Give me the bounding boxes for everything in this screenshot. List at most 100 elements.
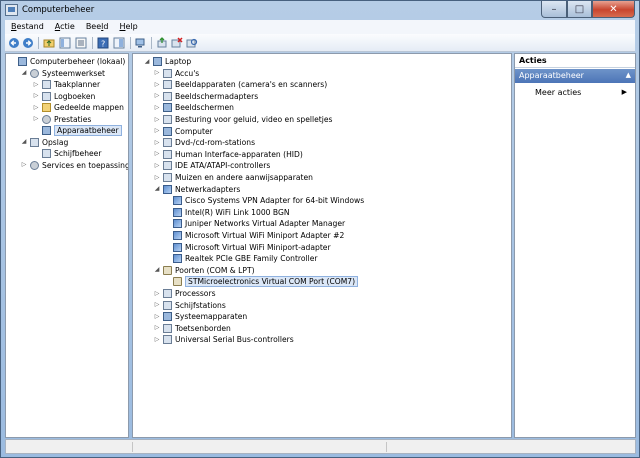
expand-arrow-icon[interactable]: ▷ (153, 301, 161, 309)
tree-item[interactable]: ▷ Prestaties (32, 114, 91, 125)
expand-arrow-icon[interactable]: ▷ (20, 161, 28, 169)
collapse-arrow-icon[interactable]: ◢ (20, 69, 28, 77)
tree-item[interactable]: Microsoft Virtual WiFi Miniport-adapter (163, 242, 331, 253)
collapse-arrow-icon[interactable]: ◢ (153, 266, 161, 274)
expand-arrow-icon[interactable]: ▷ (153, 81, 161, 89)
menu-item[interactable]: Help (113, 20, 142, 34)
properties-list-icon[interactable] (75, 37, 87, 49)
toolbar-separator (151, 37, 152, 49)
clock-icon (42, 80, 51, 89)
ide-controller-icon (163, 161, 172, 171)
collapse-arrow-icon[interactable]: ◢ (143, 58, 151, 66)
tree-item[interactable]: ▷ Computer (153, 126, 213, 137)
tree-item[interactable]: ▷ Services en toepassingen (20, 160, 128, 171)
tree-item[interactable]: ▷ Schijfstations (153, 300, 226, 311)
tree-item[interactable]: ▷ Toetsenborden (153, 323, 231, 334)
tree-item[interactable]: ▷ Dvd-/cd-rom-stations (153, 137, 255, 148)
computer-scan-icon[interactable] (135, 37, 147, 49)
tree-item[interactable]: Realtek PCIe GBE Family Controller (163, 253, 318, 264)
actions-section-apparaatbeheer[interactable]: Apparaatbeheer ▲ (515, 69, 635, 83)
expand-arrow-icon[interactable]: ▷ (153, 290, 161, 298)
tree-item[interactable]: ▷ Beeldschermadapters (153, 91, 258, 102)
maximize-button[interactable]: □ (567, 1, 592, 18)
tree-item-label: Schijfbeheer (54, 149, 102, 158)
expand-arrow-icon[interactable]: ▷ (153, 336, 161, 344)
computer-management-icon (18, 57, 27, 66)
expand-arrow-icon[interactable]: ▷ (32, 115, 40, 123)
expand-arrow-icon[interactable]: ▷ (32, 104, 40, 112)
expand-arrow-icon[interactable]: ▷ (153, 69, 161, 77)
tree-item[interactable]: ▷ Logboeken (32, 91, 95, 102)
keyboard-icon (163, 323, 172, 333)
tools-icon (30, 68, 39, 78)
scan-hardware-icon[interactable] (186, 37, 198, 49)
expand-arrow-icon[interactable]: ▷ (153, 313, 161, 321)
collapse-arrow-icon[interactable]: ◢ (153, 185, 161, 193)
tree-item[interactable]: ◢ Poorten (COM & LPT) (153, 265, 255, 276)
tree-item[interactable]: ◢ Laptop (143, 56, 191, 67)
tree-item[interactable]: Schijfbeheer (32, 148, 101, 159)
tree-item-label: Cisco Systems VPN Adapter for 64-bit Win… (185, 196, 365, 206)
forward-icon[interactable] (22, 37, 34, 49)
tree-item[interactable]: Cisco Systems VPN Adapter for 64-bit Win… (163, 195, 364, 206)
tree-item-label: Processors (175, 289, 216, 298)
tree-item-label: Beeldschermen (175, 103, 234, 113)
tree-item-label: Taakplanner (54, 80, 101, 89)
tree-item[interactable]: ▷ Human Interface-apparaten (HID) (153, 149, 303, 160)
tree-item-label: Logboeken (54, 91, 96, 101)
tree-item[interactable]: Computerbeheer (lokaal) (8, 56, 125, 67)
tree-item[interactable]: ▷ Muizen en andere aanwijsapparaten (153, 172, 313, 183)
device-manager-icon (42, 126, 51, 135)
expand-arrow-icon[interactable]: ▷ (153, 92, 161, 100)
status-divider (386, 442, 387, 452)
expand-arrow-icon[interactable]: ▷ (153, 324, 161, 332)
help-icon[interactable]: ? (97, 37, 109, 49)
tree-item[interactable]: Intel(R) WiFi Link 1000 BGN (163, 207, 290, 218)
tree-item-label: Microsoft Virtual WiFi Miniport-adapter (185, 242, 331, 252)
tree-item[interactable]: ▷ Accu's (153, 68, 199, 79)
up-folder-icon[interactable] (43, 37, 55, 49)
tree-item[interactable]: ◢ Opslag (20, 137, 68, 148)
expand-arrow-icon[interactable]: ▷ (153, 150, 161, 158)
tree-item[interactable]: ▷ Taakplanner (32, 79, 100, 90)
tree-item[interactable]: ▷ Universal Serial Bus-controllers (153, 334, 294, 345)
uninstall-device-icon[interactable] (171, 37, 183, 49)
expand-arrow-icon[interactable]: ▷ (153, 139, 161, 147)
tree-item[interactable]: Microsoft Virtual WiFi Miniport Adapter … (163, 230, 344, 241)
tree-item[interactable]: ▷ Gedeelde mappen (32, 102, 124, 113)
expand-arrow-icon[interactable]: ▷ (153, 116, 161, 124)
tree-item[interactable]: ◢ Systeemwerkset (20, 68, 105, 79)
expand-arrow-icon[interactable]: ▷ (153, 104, 161, 112)
tree-item-label: Microsoft Virtual WiFi Miniport Adapter … (185, 231, 345, 240)
more-actions-arrow-icon[interactable]: ▶ (622, 88, 627, 96)
tree-item[interactable]: ▷ Systeemapparaten (153, 311, 247, 322)
expand-arrow-icon[interactable]: ▷ (32, 92, 40, 100)
tree-item[interactable]: ▷ Besturing voor geluid, video en spellet… (153, 114, 333, 125)
tree-item[interactable]: ◢ Netwerkadapters (153, 184, 240, 195)
collapse-arrow-icon[interactable]: ▲ (626, 71, 631, 79)
menu-item[interactable]: Beeld (80, 20, 114, 34)
tree-item[interactable]: Apparaatbeheer (32, 125, 122, 136)
minimize-button[interactable]: – (541, 1, 567, 18)
close-button[interactable]: ✕ (592, 1, 635, 18)
collapse-arrow-icon[interactable]: ◢ (20, 138, 28, 146)
show-tree-icon[interactable] (59, 37, 71, 49)
tree-item[interactable]: ▷ Processors (153, 288, 216, 299)
back-icon[interactable] (8, 37, 20, 49)
expand-arrow-icon[interactable]: ▷ (153, 174, 161, 182)
tree-item[interactable]: ▷ IDE ATA/ATAPI-controllers (153, 160, 270, 171)
more-actions-link[interactable]: Meer acties (535, 88, 581, 97)
tree-item[interactable]: ▷ Beeldschermen (153, 102, 234, 113)
services-icon (30, 160, 39, 170)
show-hide-console-icon[interactable] (113, 37, 125, 49)
tree-item[interactable]: STMicroelectronics Virtual COM Port (COM… (163, 276, 359, 288)
tree-item[interactable]: Juniper Networks Virtual Adapter Manager (163, 218, 345, 229)
update-driver-icon[interactable] (156, 37, 168, 49)
menu-item[interactable]: Bestand (5, 20, 49, 34)
expand-arrow-icon[interactable]: ▷ (32, 81, 40, 89)
expand-arrow-icon[interactable]: ▷ (153, 162, 161, 170)
menu-item[interactable]: Actie (49, 20, 80, 34)
expand-arrow-icon[interactable]: ▷ (153, 127, 161, 135)
tree-item[interactable]: ▷ Beeldapparaten (camera's en scanners) (153, 79, 327, 90)
